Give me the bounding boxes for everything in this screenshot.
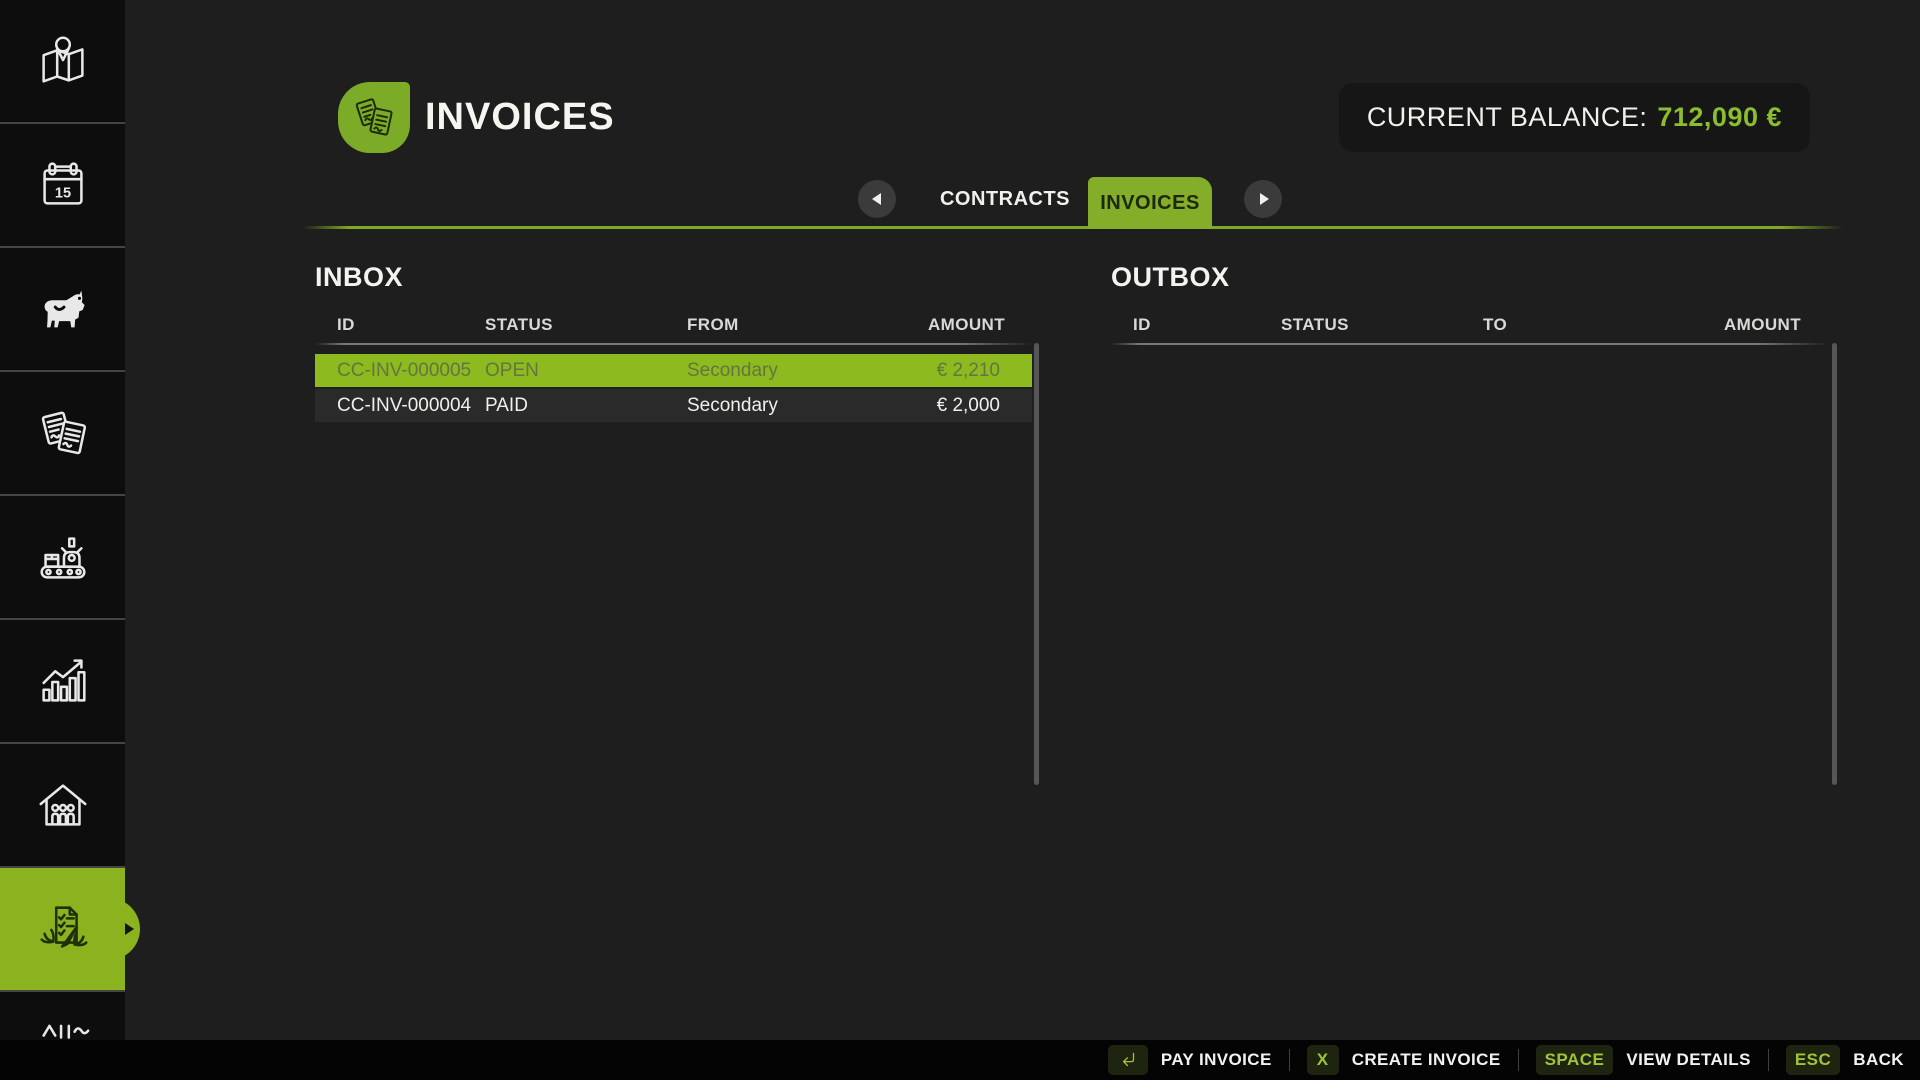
enter-key-icon — [1117, 1049, 1139, 1071]
x-key-badge: X — [1307, 1045, 1339, 1075]
row-id: CC-INV-000004 — [337, 395, 471, 417]
sidebar: 15 — [0, 0, 125, 1080]
tab-next-button[interactable] — [1244, 180, 1282, 218]
outbox-section: OUTBOX ID STATUS TO AMOUNT — [1111, 262, 1833, 354]
inbox-col-from: FROM — [687, 315, 739, 335]
inbox-col-status: STATUS — [485, 315, 553, 335]
page-title: INVOICES — [425, 96, 615, 139]
sidebar-item-map[interactable] — [0, 0, 125, 124]
production-icon — [32, 526, 94, 588]
sidebar-item-invoices[interactable] — [0, 868, 125, 992]
inbox-col-amount: AMOUNT — [928, 315, 1005, 335]
balance-value: 712,090 € — [1657, 102, 1782, 133]
inbox-title: INBOX — [315, 262, 1037, 293]
page-title-icon-bg — [338, 82, 410, 153]
sidebar-item-animals[interactable] — [0, 248, 125, 372]
row-amount: € 2,210 — [937, 360, 1000, 382]
outbox-col-to: TO — [1483, 315, 1507, 335]
left-arrow-icon — [872, 193, 881, 205]
inbox-scrollbar[interactable] — [1034, 343, 1039, 785]
inbox-table-body: CC-INV-000005 OPEN Secondary € 2,210 CC-… — [315, 354, 1037, 422]
sidebar-item-calendar[interactable]: 15 — [0, 124, 125, 248]
space-key-badge: SPACE — [1536, 1045, 1614, 1075]
outbox-scrollbar[interactable] — [1832, 343, 1837, 785]
table-row[interactable]: CC-INV-000005 OPEN Secondary € 2,210 — [315, 354, 1032, 387]
inbox-section: INBOX ID STATUS FROM AMOUNT CC-INV-00000… — [315, 262, 1037, 424]
outbox-title: OUTBOX — [1111, 262, 1833, 293]
tab-contracts[interactable]: CONTRACTS — [930, 188, 1080, 211]
outbox-col-id: ID — [1133, 315, 1151, 335]
row-id: CC-INV-000005 — [337, 360, 471, 382]
esc-key-badge: ESC — [1786, 1045, 1840, 1075]
cow-icon — [32, 278, 94, 340]
invoices-screen: 15 — [0, 0, 1920, 1080]
shortcut-label: BACK — [1853, 1050, 1904, 1070]
tab-invoices[interactable]: INVOICES — [1088, 177, 1212, 229]
outbox-table-header: ID STATUS TO AMOUNT — [1111, 315, 1833, 339]
farmhouse-icon — [32, 774, 94, 836]
documents-icon — [32, 402, 94, 464]
shortcut-divider — [1768, 1049, 1769, 1071]
row-amount: € 2,000 — [937, 395, 1000, 417]
row-from: Secondary — [687, 395, 778, 417]
shortcut-bar: PAY INVOICE X CREATE INVOICE SPACE VIEW … — [0, 1040, 1920, 1080]
active-item-bump — [106, 898, 140, 960]
sidebar-item-production[interactable] — [0, 496, 125, 620]
tab-prev-button[interactable] — [858, 180, 896, 218]
invoices-documents-icon — [345, 89, 403, 147]
right-arrow-icon — [1260, 193, 1269, 205]
active-item-arrow-icon — [125, 923, 134, 935]
current-balance-badge: CURRENT BALANCE: 712,090 € — [1339, 83, 1810, 152]
row-status: OPEN — [485, 360, 539, 382]
outbox-col-amount: AMOUNT — [1724, 315, 1801, 335]
statistics-icon — [32, 650, 94, 712]
shortcut-label: CREATE INVOICE — [1352, 1050, 1501, 1070]
shortcut-label: PAY INVOICE — [1161, 1050, 1272, 1070]
inbox-table-header: ID STATUS FROM AMOUNT — [315, 315, 1037, 339]
shortcut-pay-invoice[interactable]: PAY INVOICE — [1108, 1045, 1272, 1075]
shortcut-view-details[interactable]: SPACE VIEW DETAILS — [1536, 1045, 1751, 1075]
shortcut-divider — [1518, 1049, 1519, 1071]
shortcut-label: VIEW DETAILS — [1626, 1050, 1750, 1070]
sidebar-item-farmhouse[interactable] — [0, 744, 125, 868]
shortcut-back[interactable]: ESC BACK — [1786, 1045, 1904, 1075]
tab-underline — [303, 226, 1843, 229]
inbox-header-divider — [315, 343, 1032, 345]
invoices-checklist-icon — [32, 898, 94, 960]
sidebar-item-statistics[interactable] — [0, 620, 125, 744]
sidebar-item-contracts[interactable] — [0, 372, 125, 496]
balance-label: CURRENT BALANCE: — [1367, 102, 1648, 133]
outbox-header-divider — [1111, 343, 1828, 345]
inbox-col-id: ID — [337, 315, 355, 335]
map-icon — [32, 30, 94, 92]
enter-key-badge — [1108, 1045, 1148, 1075]
row-from: Secondary — [687, 360, 778, 382]
table-row[interactable]: CC-INV-000004 PAID Secondary € 2,000 — [315, 389, 1032, 422]
outbox-col-status: STATUS — [1281, 315, 1349, 335]
row-status: PAID — [485, 395, 528, 417]
shortcut-create-invoice[interactable]: X CREATE INVOICE — [1307, 1045, 1501, 1075]
shortcut-divider — [1289, 1049, 1290, 1071]
svg-text:15: 15 — [54, 186, 70, 202]
calendar-icon: 15 — [32, 154, 94, 216]
